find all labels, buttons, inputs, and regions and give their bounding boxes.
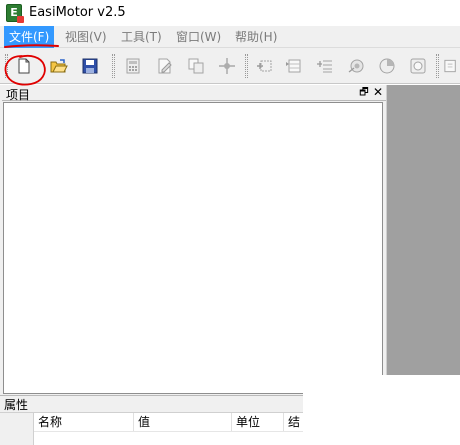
- menu-bar: 文件(F) 视图(V) 工具(T) 窗口(W) 帮助(H): [0, 26, 460, 48]
- menu-file[interactable]: 文件(F): [4, 26, 55, 48]
- menu-view[interactable]: 视图(V): [60, 26, 112, 48]
- open-folder-icon[interactable]: [48, 55, 70, 77]
- column-header-value[interactable]: 值: [134, 413, 232, 431]
- pie-chart-icon[interactable]: [376, 55, 398, 77]
- column-header-unit[interactable]: 单位: [232, 413, 284, 431]
- title-bar: E EasiMotor v2.5: [0, 0, 460, 26]
- toolbar: [0, 48, 460, 84]
- project-panel: 项目 🗗 ✕: [0, 85, 386, 395]
- copy-icon[interactable]: [185, 55, 207, 77]
- row-header-column: [0, 413, 34, 445]
- save-disk-icon[interactable]: [79, 55, 101, 77]
- menu-help[interactable]: 帮助(H): [230, 26, 282, 48]
- blank-area: [303, 375, 460, 445]
- rotor-icon[interactable]: [345, 55, 367, 77]
- workspace-area[interactable]: [386, 85, 460, 375]
- calculator-icon[interactable]: [122, 55, 144, 77]
- column-header-name[interactable]: 名称: [34, 413, 134, 431]
- list-insert-icon[interactable]: [314, 55, 336, 77]
- window-title: EasiMotor v2.5: [29, 5, 126, 20]
- edit-document-icon[interactable]: [154, 55, 176, 77]
- app-logo-icon: E: [6, 4, 24, 23]
- properties-panel: 属性 名称 值 单位 结: [0, 395, 303, 445]
- toolbar-grip[interactable]: [5, 54, 8, 78]
- menu-window[interactable]: 窗口(W): [171, 26, 226, 48]
- project-panel-title: 项目: [6, 88, 31, 102]
- new-document-icon[interactable]: [13, 55, 35, 77]
- table-insert-icon[interactable]: [283, 55, 305, 77]
- project-panel-header: 项目 🗗 ✕: [2, 85, 386, 102]
- close-icon[interactable]: ✕: [372, 85, 384, 99]
- toolbar-grip-3[interactable]: [245, 54, 248, 78]
- grid-add-icon[interactable]: [253, 55, 275, 77]
- export-icon[interactable]: [443, 55, 460, 77]
- float-window-icon[interactable]: 🗗: [358, 86, 370, 99]
- properties-grid[interactable]: 名称 值 单位 结: [0, 412, 303, 445]
- properties-panel-title: 属性: [4, 398, 29, 412]
- column-header-result[interactable]: 结: [284, 413, 303, 431]
- crosshair-icon[interactable]: [216, 55, 238, 77]
- project-tree[interactable]: [3, 102, 383, 394]
- grid-divider: [34, 431, 303, 432]
- toolbar-grip-4[interactable]: [436, 54, 439, 78]
- stator-icon[interactable]: [407, 55, 429, 77]
- menu-tools[interactable]: 工具(T): [116, 26, 167, 48]
- toolbar-grip-2[interactable]: [112, 54, 115, 78]
